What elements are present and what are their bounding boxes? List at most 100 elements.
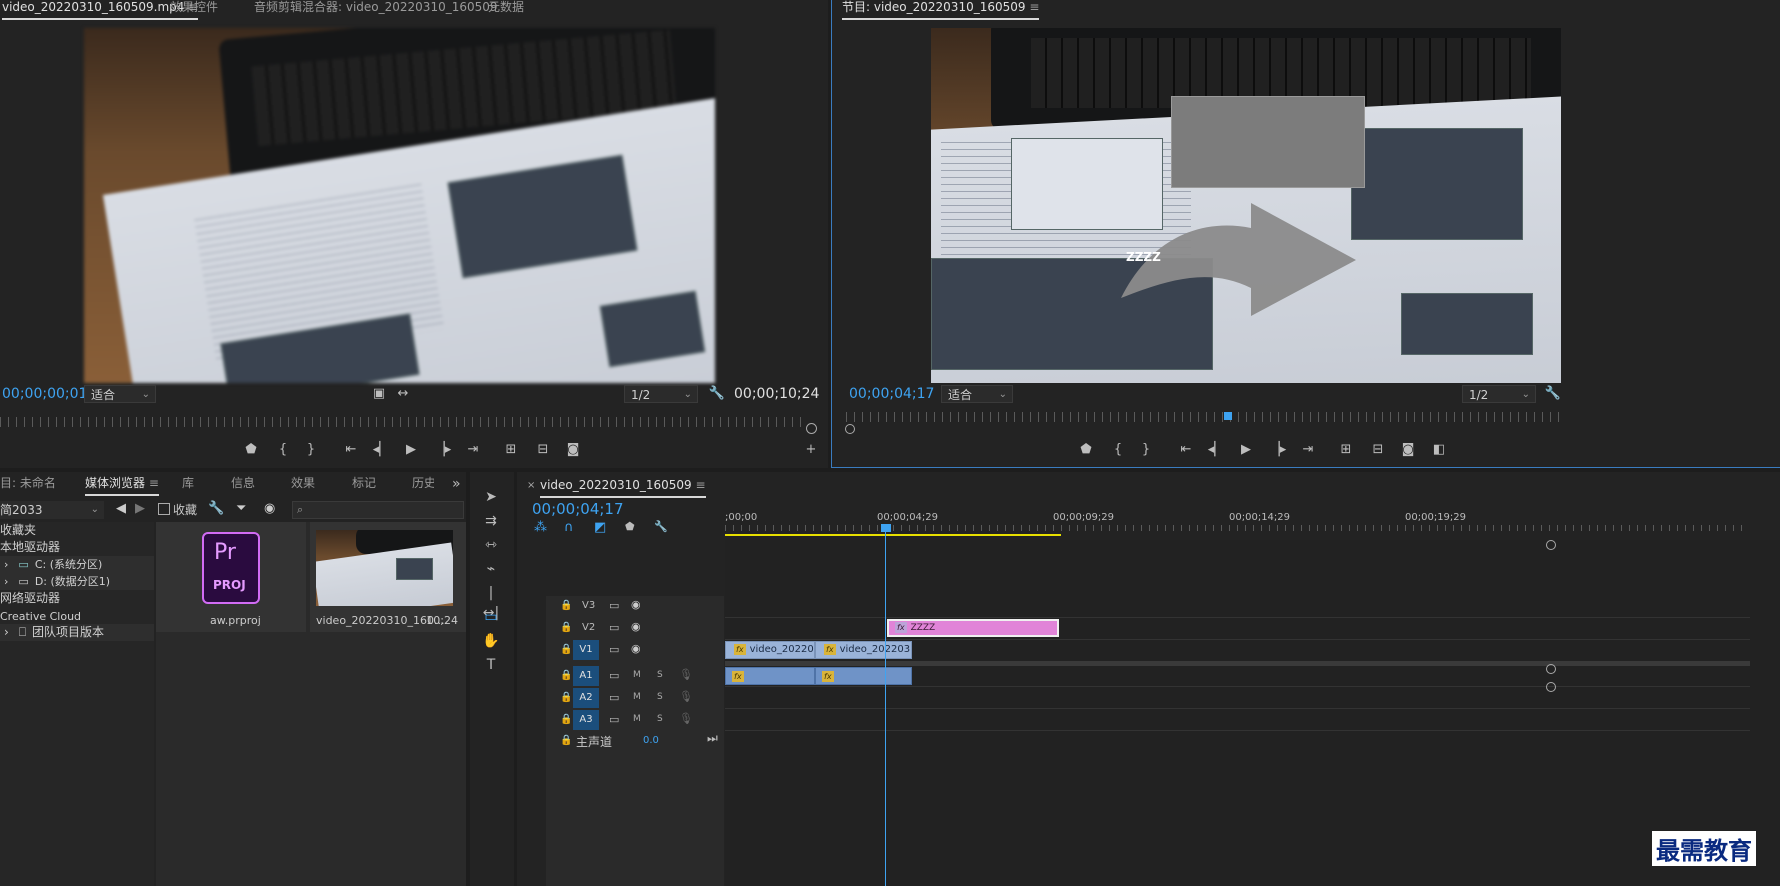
tab-history[interactable]: 历史: [412, 476, 434, 494]
video-clip-v1-1[interactable]: fxvideo_20220310: [725, 641, 815, 659]
master-volume-value[interactable]: 0.0: [643, 735, 659, 746]
tab-program[interactable]: 节目: video_20220310_160509 ≡: [842, 0, 1040, 20]
lock-icon[interactable]: 🔒: [560, 644, 572, 655]
slip-tool-icon[interactable]: |↔|: [481, 583, 501, 621]
source-playhead-icon[interactable]: [806, 423, 817, 434]
mute-button[interactable]: M: [633, 714, 641, 724]
go-to-in-icon[interactable]: ⇤: [1175, 441, 1197, 459]
title-clip-v2[interactable]: fx ZZZZ: [887, 619, 1059, 637]
audio-clip-a1-2[interactable]: fx: [815, 667, 912, 685]
source-fit-select[interactable]: 适合 ⌄: [84, 385, 156, 403]
go-to-out-icon[interactable]: ⇥: [462, 441, 484, 459]
tree-team-projects[interactable]: › ⎕ 团队项目版本: [0, 624, 154, 641]
timeline-timecode[interactable]: 00;00;04;17: [532, 500, 624, 518]
path-select[interactable]: 简2033 ⌄: [0, 501, 104, 519]
tab-effects[interactable]: 效果: [291, 476, 315, 494]
program-fit-select[interactable]: 适合 ⌄: [941, 385, 1013, 403]
audio-clip-a1-1[interactable]: fx: [725, 667, 815, 685]
step-back-icon[interactable]: ◂▏: [370, 441, 392, 459]
tab-libraries[interactable]: 库: [182, 476, 194, 494]
add-marker-icon[interactable]: ⬟: [1075, 441, 1097, 459]
lock-icon[interactable]: 🔒: [560, 670, 572, 681]
microphone-icon[interactable]: 🎙: [679, 668, 693, 681]
lock-icon[interactable]: 🔒: [560, 600, 572, 611]
panel-menu-icon[interactable]: ≡: [149, 476, 159, 490]
lock-icon[interactable]: 🔒: [560, 735, 572, 746]
favorites-checkbox[interactable]: [158, 503, 170, 515]
sync-lock-icon[interactable]: ▭: [609, 643, 619, 656]
play-icon[interactable]: ▶: [400, 441, 422, 459]
solo-button[interactable]: S: [657, 714, 663, 724]
tree-drive-c[interactable]: › ▭ C: (系统分区): [0, 556, 154, 573]
eye-icon[interactable]: ◉: [631, 620, 641, 633]
mute-button[interactable]: M: [633, 692, 641, 702]
razor-tool-icon[interactable]: ⌁: [481, 559, 501, 579]
lift-icon[interactable]: ⊞: [1335, 441, 1357, 459]
video-audio-divider[interactable]: [725, 662, 1750, 666]
tab-audio-clip-mixer[interactable]: 音频剪辑混合器: video_20220310_160509: [254, 0, 498, 18]
microphone-icon[interactable]: 🎙: [679, 712, 693, 725]
program-resolution-select[interactable]: 1/2 ⌄: [1462, 385, 1536, 403]
tab-sequence[interactable]: video_20220310_160509 ≡: [540, 478, 706, 498]
wrench-icon[interactable]: 🔧: [654, 520, 668, 533]
timeline-scroll-knob-icon[interactable]: [1546, 682, 1556, 692]
mark-in-icon[interactable]: {: [272, 441, 294, 459]
go-to-in-icon[interactable]: ⇤: [340, 441, 362, 459]
tree-network-drives[interactable]: 网络驱动器: [0, 590, 60, 607]
tree-local-drives[interactable]: 本地驱动器: [0, 539, 60, 556]
sync-lock-icon[interactable]: ▭: [609, 599, 619, 612]
go-to-end-icon[interactable]: ⏭: [707, 731, 718, 746]
mark-in-icon[interactable]: {: [1107, 441, 1129, 459]
program-scrub-start-icon[interactable]: [845, 424, 855, 434]
program-time-ruler[interactable]: [846, 412, 1566, 422]
wrench-icon[interactable]: 🔧: [208, 501, 224, 516]
mark-out-icon[interactable]: }: [300, 441, 322, 459]
program-timecode[interactable]: 00;00;04;17: [849, 386, 934, 402]
close-icon[interactable]: ×: [527, 480, 535, 491]
timeline-scrollbar-right-icon[interactable]: [1546, 540, 1556, 550]
lock-icon[interactable]: 🔒: [560, 714, 572, 725]
filter-icon[interactable]: ⏷: [236, 501, 246, 516]
camera-icon[interactable]: ◙: [1397, 441, 1419, 459]
expand-arrow-icon[interactable]: ›: [4, 558, 8, 571]
camera-icon[interactable]: ◙: [562, 441, 584, 459]
track-target-a3[interactable]: A3: [573, 710, 599, 730]
step-forward-icon[interactable]: ▕▸: [1267, 441, 1289, 459]
forward-arrow-icon[interactable]: ▶: [135, 501, 145, 516]
mute-button[interactable]: M: [633, 670, 641, 680]
back-arrow-icon[interactable]: ◀: [116, 501, 126, 516]
view-icon[interactable]: ◉: [264, 501, 275, 516]
add-marker-icon[interactable]: ⬟: [625, 520, 635, 533]
lock-icon[interactable]: 🔒: [560, 622, 572, 633]
video-clip-v1-2[interactable]: fxvideo_20220310_1: [815, 641, 912, 659]
source-timecode[interactable]: 00;00;00;01: [2, 386, 87, 402]
selection-tool-icon[interactable]: ➤: [481, 487, 501, 507]
ripple-edit-tool-icon[interactable]: ⇿: [481, 535, 501, 555]
work-area-bar[interactable]: [725, 534, 1061, 536]
lock-icon[interactable]: 🔒: [560, 692, 572, 703]
source-resolution-select[interactable]: 1/2 ⌄: [624, 385, 698, 403]
expand-arrow-icon[interactable]: ›: [4, 625, 9, 639]
step-back-icon[interactable]: ◂▏: [1205, 441, 1227, 459]
tab-media-browser[interactable]: 媒体浏览器 ≡: [85, 476, 159, 496]
timeline-playhead-line[interactable]: [885, 530, 886, 886]
timeline-playhead-marker[interactable]: [881, 524, 891, 532]
search-input[interactable]: ⌕: [292, 501, 464, 519]
step-forward-icon[interactable]: ▕▸: [432, 441, 454, 459]
more-panels-icon[interactable]: »: [452, 476, 461, 492]
tab-project[interactable]: 目: 未命名: [0, 476, 56, 494]
overwrite-icon[interactable]: ⊟: [532, 441, 554, 459]
linked-selection-icon[interactable]: ∩: [564, 520, 574, 535]
wrench-icon[interactable]: 🔧: [706, 385, 728, 403]
type-tool-icon[interactable]: T: [481, 655, 501, 675]
insert-icon[interactable]: ⊞: [500, 441, 522, 459]
tree-creative-cloud[interactable]: Creative Cloud: [0, 608, 81, 625]
tab-source-clip[interactable]: video_20220310_160509.mp4 ≡: [2, 0, 199, 20]
track-select-tool-icon[interactable]: ⇉: [481, 511, 501, 531]
title-rectangle[interactable]: [1171, 96, 1365, 188]
compare-view-icon[interactable]: ◧: [1428, 441, 1450, 459]
snap-icon[interactable]: ⁂: [534, 520, 547, 535]
extract-icon[interactable]: ⊟: [1367, 441, 1389, 459]
sync-lock-icon[interactable]: ▭: [609, 669, 619, 682]
sync-lock-icon[interactable]: ▭: [609, 691, 619, 704]
